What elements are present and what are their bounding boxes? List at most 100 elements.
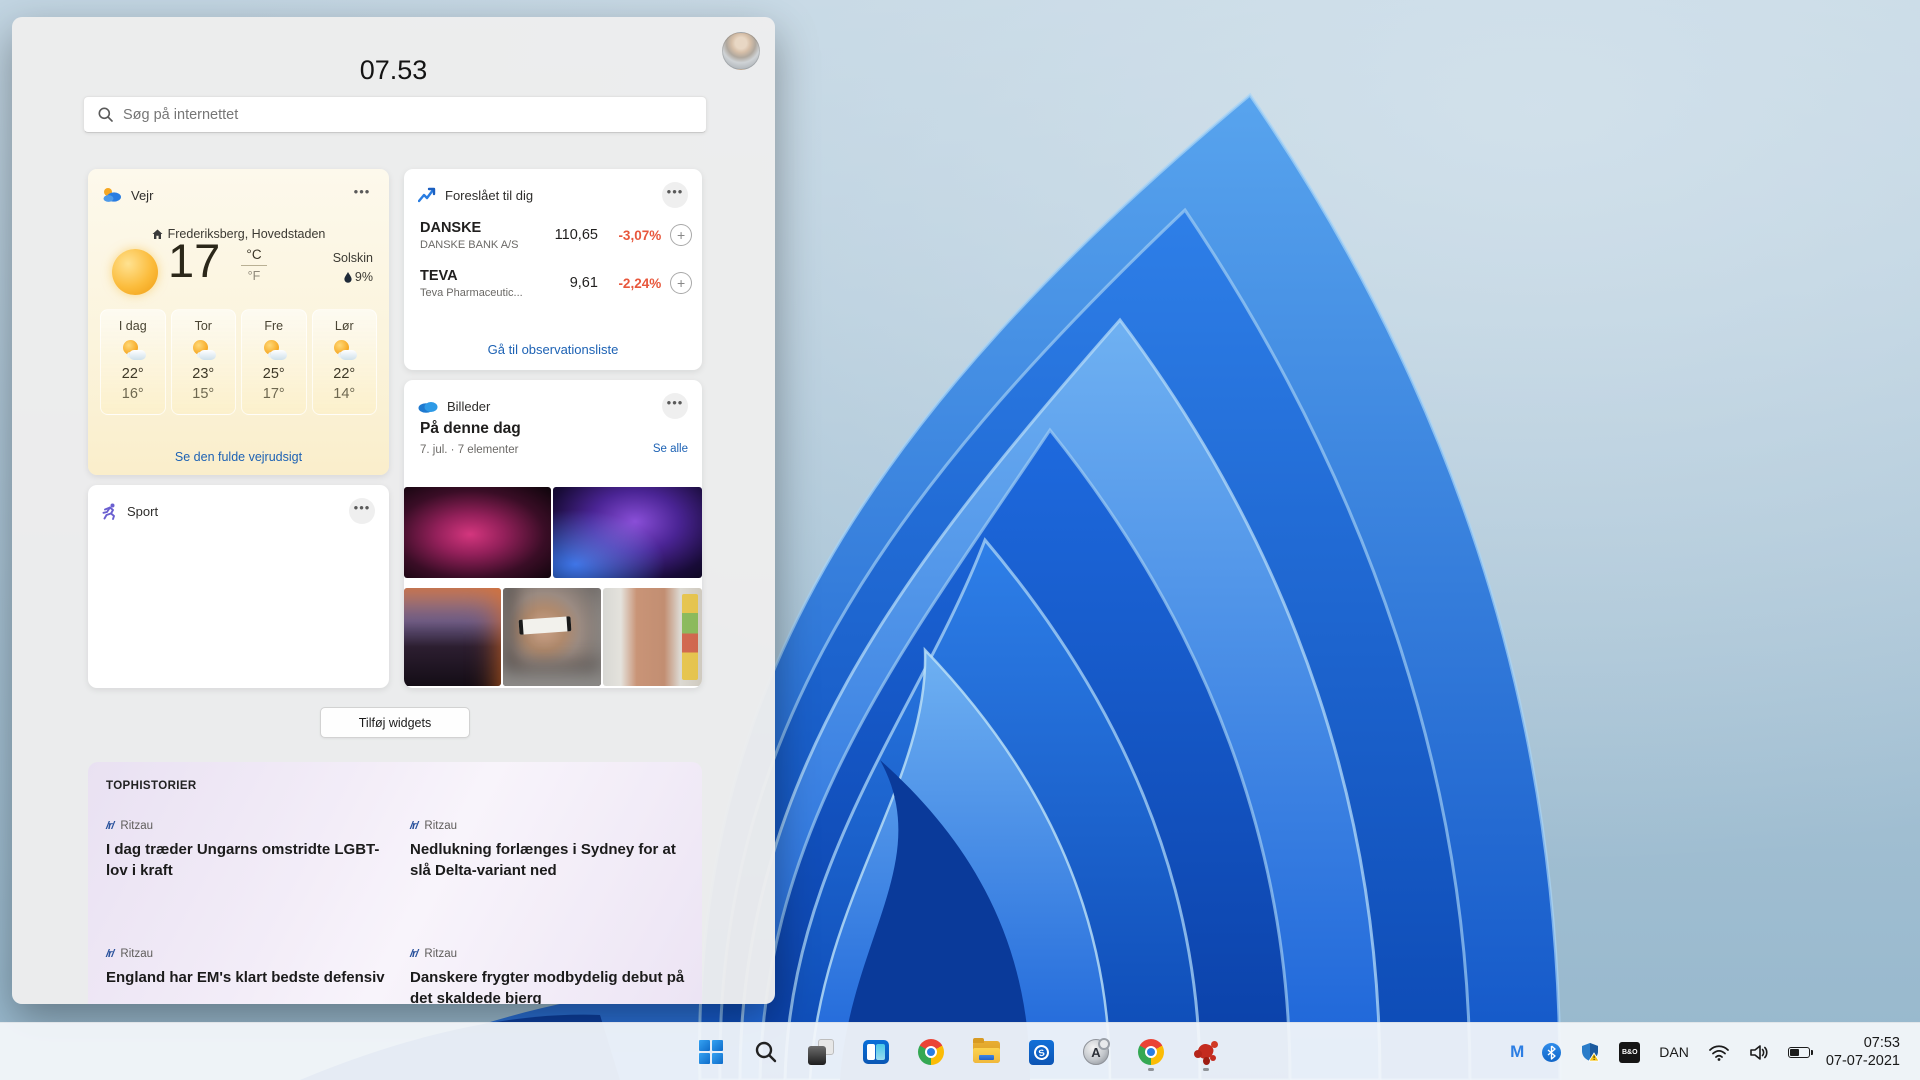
security-shield-icon [1580, 1042, 1600, 1062]
battery-tray-button[interactable] [1785, 1044, 1813, 1061]
news-item[interactable]: /r/ Ritzau England har EM's klart bedste… [106, 948, 394, 988]
stock-row[interactable]: TEVA Teva Pharmaceutic... 9,61 -2,24% + [420, 261, 692, 305]
start-button[interactable] [689, 1030, 733, 1074]
running-indicator [1148, 1068, 1154, 1071]
photos-heading: På denne dag [420, 420, 521, 438]
photo-thumbnail[interactable] [404, 588, 501, 686]
wifi-icon [1708, 1044, 1730, 1061]
malwarebytes-icon: M [1510, 1042, 1523, 1062]
security-tray-button[interactable] [1577, 1039, 1603, 1065]
ritzau-logo-icon: /r/ [106, 948, 113, 960]
photos-more-button[interactable]: ••• [662, 393, 688, 419]
home-icon [152, 229, 163, 240]
silver-a-app-button[interactable]: A [1074, 1030, 1118, 1074]
stock-row[interactable]: DANSKE DANSKE BANK A/S 110,65 -3,07% + [420, 213, 692, 257]
stock-symbol: TEVA [420, 268, 537, 284]
stocks-widget-icon [418, 187, 436, 203]
stock-price: 110,65 [537, 227, 598, 243]
news-item[interactable]: /r/ Ritzau I dag træder Ungarns omstridt… [106, 820, 394, 881]
sun-cloud-icon [261, 340, 287, 360]
system-tray: M B&O [1507, 1023, 1900, 1080]
search-input[interactable] [123, 107, 692, 123]
bluetooth-tray-button[interactable] [1539, 1040, 1564, 1065]
file-explorer-button[interactable] [964, 1030, 1008, 1074]
news-item[interactable]: /r/ Ritzau Danskere frygter modbydelig d… [410, 948, 698, 1004]
weather-precipitation: 9% [355, 270, 373, 284]
weather-widget[interactable]: Vejr ••• Frederiksberg, Hovedstaden 17 °… [88, 169, 389, 475]
windows-logo-icon [699, 1040, 723, 1064]
top-stories-section: TOPHISTORIER /r/ Ritzau I dag træder Ung… [88, 762, 702, 1004]
bluetooth-icon [1542, 1043, 1561, 1062]
photos-widget-icon [418, 399, 438, 413]
language-indicator[interactable]: DAN [1656, 1041, 1692, 1063]
a-app-icon: A [1083, 1039, 1109, 1065]
photo-thumbnail[interactable] [553, 487, 702, 578]
sport-more-button[interactable]: ••• [349, 498, 375, 524]
weather-full-forecast-link[interactable]: Se den fulde vejrudsigt [88, 450, 389, 464]
search-icon [754, 1040, 778, 1064]
search-icon [98, 107, 113, 122]
bo-audio-tray-button[interactable]: B&O [1616, 1039, 1643, 1066]
weather-more-button[interactable]: ••• [349, 182, 375, 208]
stock-symbol: DANSKE [420, 220, 537, 236]
forecast-day: Tor 23° 15° [171, 309, 237, 415]
weather-widget-icon [102, 187, 122, 203]
sun-icon [112, 249, 158, 295]
photos-widget-title: Billeder [447, 399, 653, 414]
weather-widget-title: Vejr [131, 188, 340, 203]
photos-subtitle: 7. jul. · 7 elementer [420, 444, 518, 456]
sport-widget-title: Sport [127, 504, 340, 519]
photo-thumbnail[interactable] [603, 588, 702, 686]
unit-celsius[interactable]: °C [241, 247, 267, 266]
stock-change: -2,24% [598, 276, 661, 291]
photos-widget[interactable]: Billeder ••• På denne dag 7. jul. · 7 el… [404, 380, 702, 688]
volume-tray-button[interactable] [1746, 1041, 1772, 1064]
widgets-panel: 07.53 Vejr ••• Fr [12, 17, 775, 1004]
add-widgets-button[interactable]: Tilføj widgets [320, 707, 470, 738]
wifi-tray-button[interactable] [1705, 1041, 1733, 1064]
red-splat-app-button[interactable] [1184, 1030, 1228, 1074]
news-source: Ritzau [120, 820, 153, 832]
user-avatar[interactable] [722, 32, 760, 70]
skype-business-icon: S [1029, 1040, 1054, 1065]
add-to-watchlist-button[interactable]: + [670, 272, 692, 294]
skype-business-button[interactable]: S [1019, 1030, 1063, 1074]
bo-icon: B&O [1619, 1042, 1640, 1063]
volume-icon [1749, 1044, 1769, 1061]
task-view-button[interactable] [799, 1030, 843, 1074]
unit-fahrenheit[interactable]: °F [241, 266, 267, 283]
photo-thumbnail[interactable] [503, 588, 601, 686]
weather-location-row: Frederiksberg, Hovedstaden [88, 227, 389, 241]
taskbar-icons: S A [689, 1030, 1228, 1074]
watchlist-link[interactable]: Gå til observationsliste [404, 342, 702, 357]
add-to-watchlist-button[interactable]: + [670, 224, 692, 246]
taskbar-search-button[interactable] [744, 1030, 788, 1074]
stocks-widget[interactable]: Foreslået til dig ••• DANSKE DANSKE BANK… [404, 169, 702, 370]
ritzau-logo-icon: /r/ [410, 820, 417, 832]
chrome-button[interactable] [909, 1030, 953, 1074]
sport-widget[interactable]: Sport ••• [88, 485, 389, 688]
tray-clock[interactable]: 07:53 07-07-2021 [1826, 1034, 1900, 1070]
ritzau-logo-icon: /r/ [410, 948, 417, 960]
chrome-running-button[interactable] [1129, 1030, 1173, 1074]
task-view-icon [808, 1039, 834, 1065]
stocks-widget-title: Foreslået til dig [445, 188, 653, 203]
malwarebytes-tray-button[interactable]: M [1507, 1039, 1526, 1065]
chrome-icon [1138, 1039, 1164, 1065]
news-source: Ritzau [424, 948, 457, 960]
photos-see-all-link[interactable]: Se alle [653, 443, 688, 455]
widgets-button[interactable] [854, 1030, 898, 1074]
news-item[interactable]: /r/ Ritzau Nedlukning forlænges i Sydney… [410, 820, 698, 881]
photo-thumbnail[interactable] [404, 487, 551, 578]
news-headline: Danskere frygter modbydelig debut på det… [410, 967, 698, 1004]
news-source: Ritzau [424, 820, 457, 832]
forecast-day: Lør 22° 14° [312, 309, 378, 415]
sport-widget-icon [102, 503, 118, 520]
droplet-icon [344, 272, 352, 283]
news-source: Ritzau [120, 948, 153, 960]
weather-temperature: 17 [168, 233, 220, 288]
tray-time: 07:53 [1826, 1034, 1900, 1052]
sun-cloud-icon [331, 340, 357, 360]
stocks-more-button[interactable]: ••• [662, 182, 688, 208]
weather-units[interactable]: °C °F [241, 247, 267, 283]
